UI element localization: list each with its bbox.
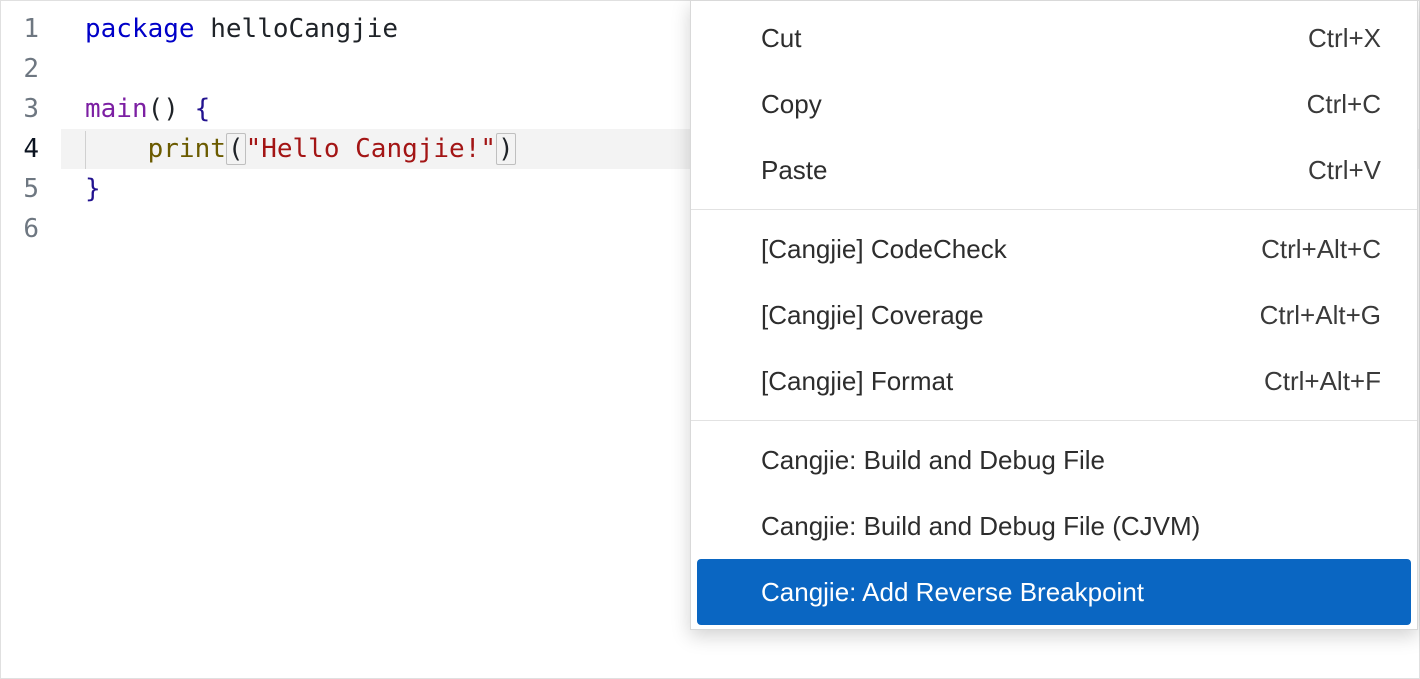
line-number: 6 [1,209,39,249]
menu-item-label: Paste [761,155,828,186]
token-brace-close: } [85,174,101,204]
menu-separator [691,420,1417,421]
menu-item-cangjie-coverage[interactable]: [Cangjie] Coverage Ctrl+Alt+G [691,282,1417,348]
bracket-match-open: ( [226,133,246,165]
line-number-gutter: 1 2 3 4 5 6 [1,1,61,678]
menu-item-label: Cut [761,23,801,54]
menu-item-shortcut: Ctrl+C [1307,89,1381,120]
menu-item-copy[interactable]: Copy Ctrl+C [691,71,1417,137]
menu-item-cangjie-build-debug[interactable]: Cangjie: Build and Debug File [691,427,1417,493]
menu-item-label: [Cangjie] Format [761,366,953,397]
token-brace-open: { [195,94,211,124]
menu-item-cangjie-format[interactable]: [Cangjie] Format Ctrl+Alt+F [691,348,1417,414]
line-number: 2 [1,49,39,89]
menu-item-label: Cangjie: Build and Debug File (CJVM) [761,511,1200,542]
line-number: 1 [1,9,39,49]
menu-item-label: [Cangjie] CodeCheck [761,234,1007,265]
token-space [179,94,195,124]
menu-item-shortcut: Ctrl+Alt+F [1264,366,1381,397]
menu-item-cangjie-codecheck[interactable]: [Cangjie] CodeCheck Ctrl+Alt+C [691,216,1417,282]
line-number-active: 4 [1,129,39,169]
token-call: print [148,134,226,164]
menu-item-cut[interactable]: Cut Ctrl+X [691,5,1417,71]
menu-item-shortcut: Ctrl+Alt+G [1260,300,1381,331]
context-menu[interactable]: Cut Ctrl+X Copy Ctrl+C Paste Ctrl+V [Can… [690,0,1418,630]
menu-item-label: [Cangjie] Coverage [761,300,984,331]
menu-item-shortcut: Ctrl+V [1308,155,1381,186]
token-indent [85,134,148,164]
menu-item-shortcut: Ctrl+X [1308,23,1381,54]
indent-guide [85,131,86,169]
token-parens: () [148,94,179,124]
menu-separator [691,209,1417,210]
token-keyword: package [85,14,195,44]
menu-item-cangjie-add-reverse-breakpoint[interactable]: Cangjie: Add Reverse Breakpoint [697,559,1411,625]
menu-item-label: Cangjie: Build and Debug File [761,445,1105,476]
token-string: "Hello Cangjie!" [246,134,496,164]
menu-item-shortcut: Ctrl+Alt+C [1261,234,1381,265]
menu-item-label: Copy [761,89,822,120]
token-function: main [85,94,148,124]
menu-item-cangjie-build-debug-cjvm[interactable]: Cangjie: Build and Debug File (CJVM) [691,493,1417,559]
menu-item-label: Cangjie: Add Reverse Breakpoint [761,577,1144,608]
line-number: 3 [1,89,39,129]
token-identifier: helloCangjie [210,14,398,44]
token-space [195,14,211,44]
bracket-match-close: ) [496,133,516,165]
line-number: 5 [1,169,39,209]
menu-item-paste[interactable]: Paste Ctrl+V [691,137,1417,203]
